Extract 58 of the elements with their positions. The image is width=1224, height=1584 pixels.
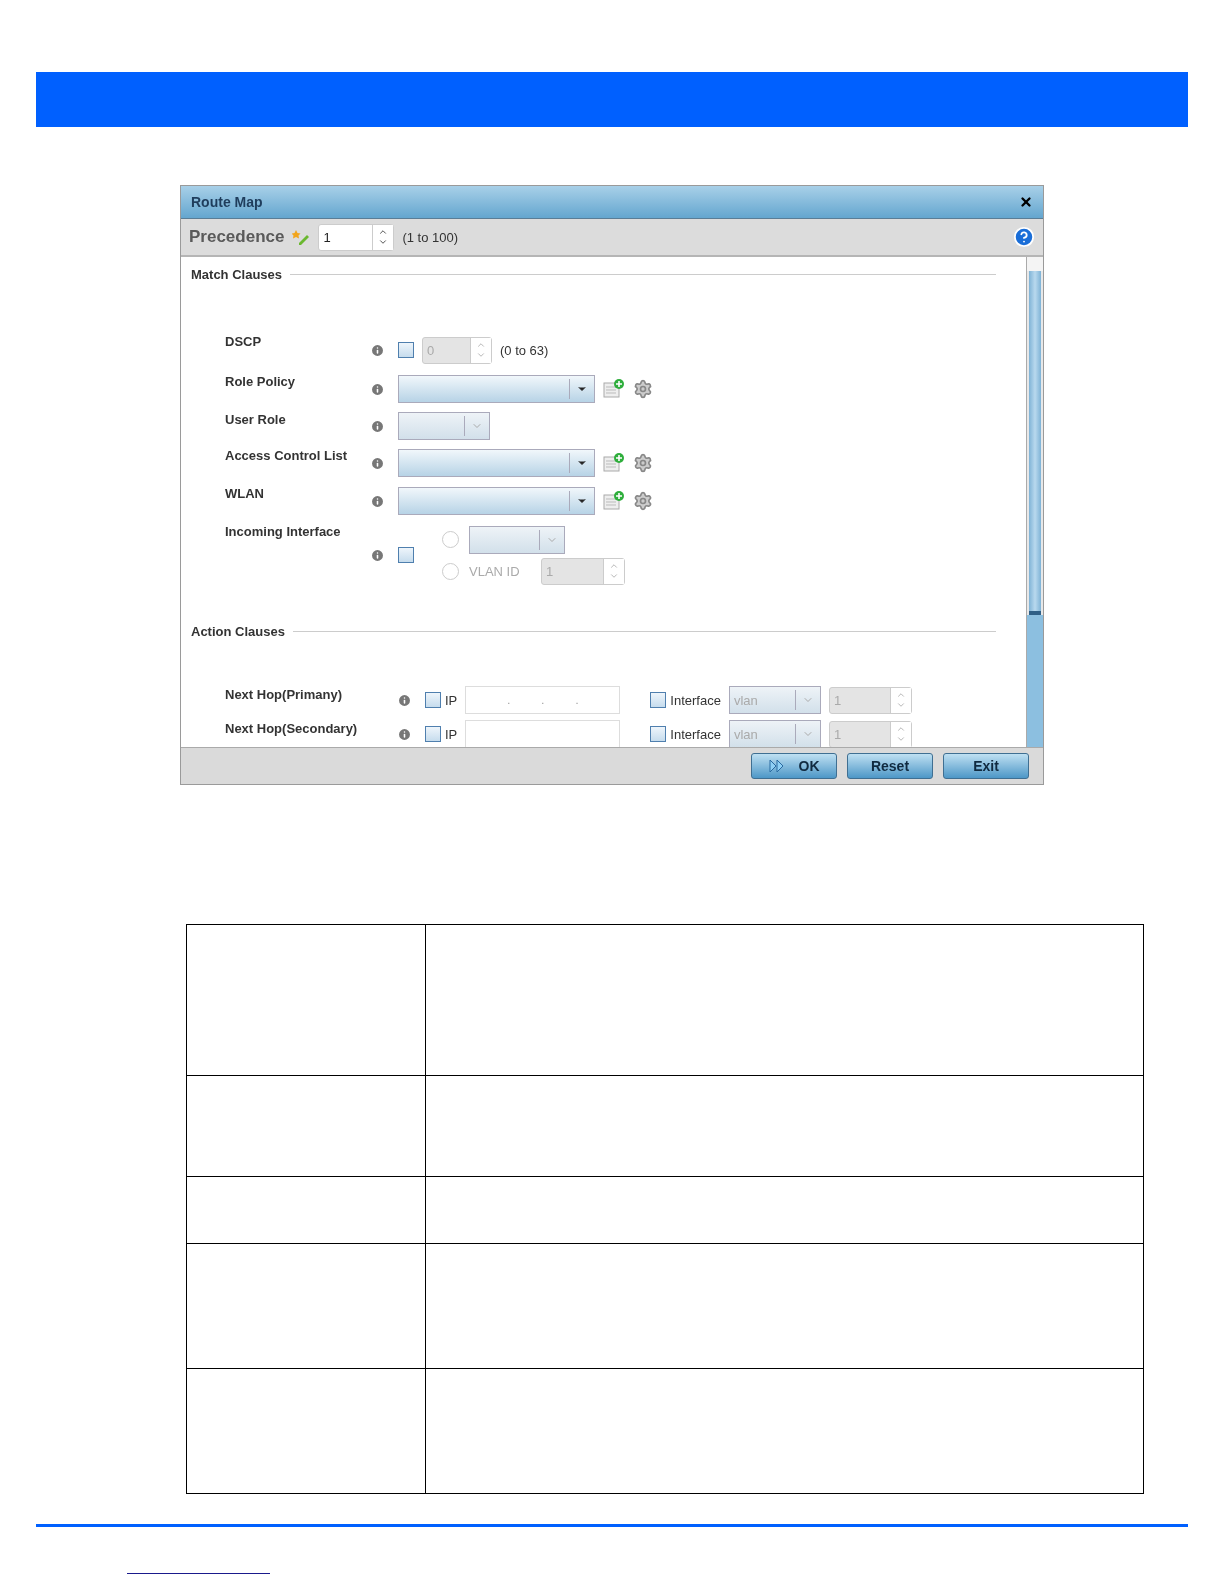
- info-icon[interactable]: [370, 547, 385, 563]
- info-icon[interactable]: [397, 692, 412, 708]
- dropdown[interactable]: [398, 375, 595, 403]
- double-arrow-icon: [768, 759, 785, 773]
- checkbox[interactable]: [650, 726, 667, 742]
- dropdown[interactable]: [469, 525, 565, 554]
- section-title: Action Clauses: [191, 624, 285, 639]
- ok-button[interactable]: OK: [751, 753, 837, 779]
- pencil-star-icon: [292, 228, 311, 246]
- info-icon[interactable]: [370, 455, 385, 471]
- radio-button[interactable]: [442, 562, 459, 580]
- dropdown[interactable]: [398, 449, 595, 477]
- precedence-label: Precedence: [189, 227, 285, 247]
- dialog-button[interactable]: Reset: [847, 753, 933, 779]
- dialog-button[interactable]: Exit: [943, 753, 1029, 779]
- vlan-id-label: VLAN ID: [469, 563, 521, 579]
- dropdown[interactable]: vlan: [728, 720, 821, 747]
- field-label: Next Hop(Primany): [225, 686, 344, 702]
- field-label: Role Policy: [225, 373, 297, 389]
- ip-label: IP: [445, 726, 458, 742]
- add-list-icon[interactable]: [603, 379, 625, 399]
- range-hint: (1 to 100): [402, 229, 459, 245]
- info-icon[interactable]: [370, 381, 385, 397]
- add-list-icon[interactable]: [603, 453, 625, 473]
- checkbox[interactable]: [650, 692, 667, 708]
- dropdown[interactable]: [398, 412, 490, 440]
- info-icon[interactable]: [370, 342, 385, 358]
- field-label: DSCP: [225, 333, 263, 349]
- interface-label: Interface: [670, 726, 721, 742]
- gear-icon[interactable]: [633, 453, 653, 473]
- gear-icon[interactable]: [633, 491, 653, 511]
- info-icon[interactable]: [370, 418, 385, 434]
- checkbox[interactable]: [398, 547, 414, 563]
- add-list-icon[interactable]: [603, 491, 625, 511]
- gear-icon[interactable]: [633, 379, 653, 399]
- help-icon[interactable]: [1013, 226, 1035, 248]
- dropdown[interactable]: [398, 487, 595, 515]
- checkbox[interactable]: [398, 342, 414, 358]
- checkbox[interactable]: [425, 726, 441, 742]
- field-label: User Role: [225, 411, 287, 427]
- ip-address-field[interactable]: . . .: [465, 686, 621, 714]
- info-icon[interactable]: [397, 726, 412, 742]
- dropdown[interactable]: vlan: [728, 686, 821, 714]
- radio-button[interactable]: [442, 531, 459, 548]
- close-icon[interactable]: [1019, 195, 1033, 209]
- number-spinner[interactable]: 1: [318, 223, 395, 251]
- interface-label: Interface: [670, 692, 721, 708]
- field-label: Next Hop(Secondary): [225, 720, 359, 736]
- range-hint: (0 to 63): [500, 342, 549, 358]
- checkbox[interactable]: [425, 692, 441, 708]
- scrollbar[interactable]: [1026, 257, 1043, 747]
- dialog-title: Route Map: [191, 194, 263, 210]
- field-label: Access Control List: [225, 447, 349, 463]
- info-icon[interactable]: [370, 493, 385, 509]
- section-title: Match Clauses: [191, 267, 283, 282]
- field-label: Incoming Interface: [225, 523, 342, 539]
- ip-label: IP: [445, 692, 458, 708]
- field-label: WLAN: [225, 485, 265, 501]
